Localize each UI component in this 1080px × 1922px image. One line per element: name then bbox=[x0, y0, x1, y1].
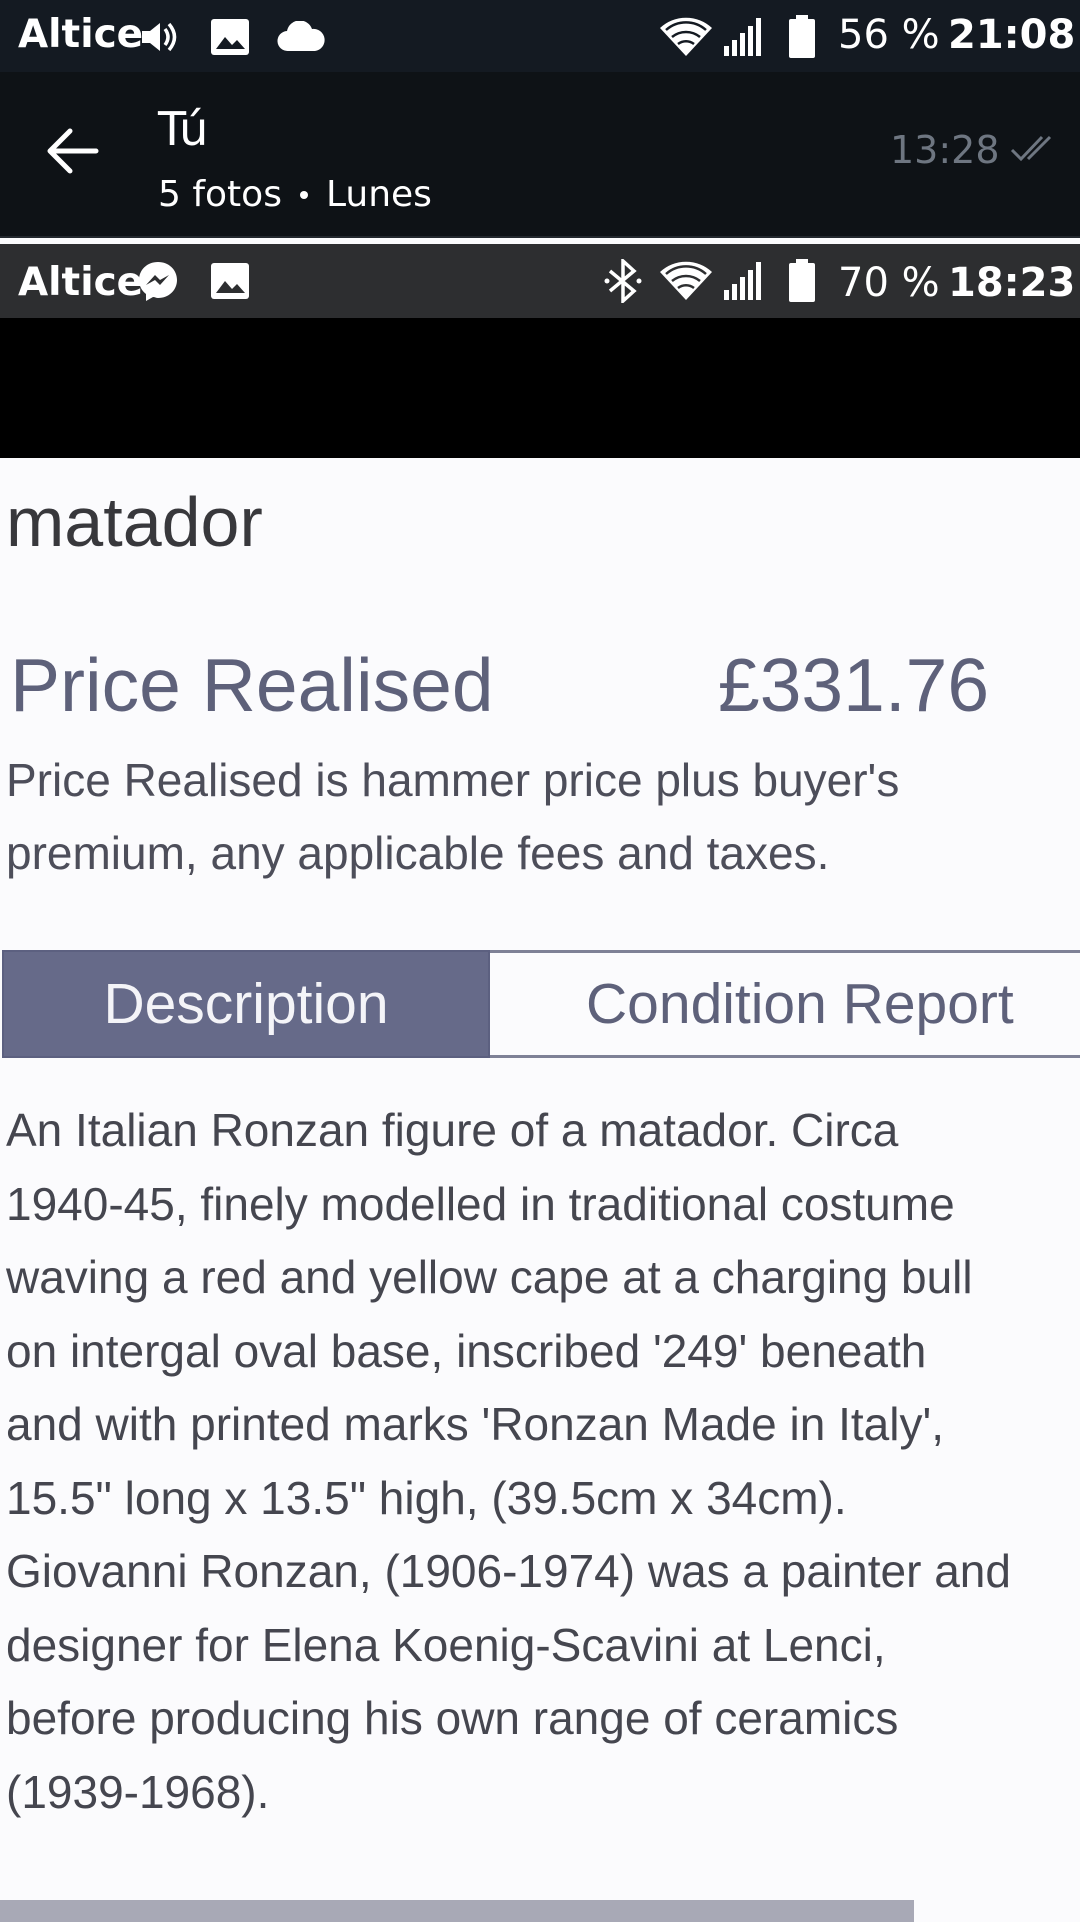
day-label: Lunes bbox=[325, 174, 432, 215]
description-line: and with printed marks 'Ronzan Made in I… bbox=[6, 1398, 945, 1450]
clock: 18:23 bbox=[948, 260, 1076, 306]
wifi-icon bbox=[658, 258, 714, 304]
price-realised-value: £331.76 bbox=[718, 643, 990, 727]
bluetooth-icon bbox=[604, 258, 642, 304]
inner-status-bar: Altice 70 % 18:23 bbox=[0, 244, 1080, 318]
description-line: waving a red and yellow cape at a chargi… bbox=[6, 1251, 973, 1303]
battery-icon bbox=[788, 258, 816, 304]
lot-description: An Italian Ronzan figure of a matador. C… bbox=[6, 1094, 1080, 1829]
image-icon bbox=[210, 258, 250, 304]
signal-icon bbox=[722, 14, 766, 60]
lot-tabs: Description Condition Report bbox=[2, 950, 1080, 1058]
sender-title: Tú bbox=[158, 102, 209, 156]
carrier-label: Altice bbox=[18, 12, 144, 57]
description-line: 1940-45, finely modelled in traditional … bbox=[6, 1177, 955, 1230]
clock: 21:08 bbox=[948, 12, 1076, 58]
lot-heading: matador bbox=[6, 483, 263, 561]
description-line: designer for Elena Koenig-Scavini at Len… bbox=[6, 1618, 886, 1671]
battery-percent: 56 % bbox=[838, 12, 940, 58]
description-line: Giovanni Ronzan, (1906-1974) was a paint… bbox=[6, 1545, 1011, 1597]
black-band bbox=[0, 318, 1080, 458]
signal-icon bbox=[722, 258, 766, 304]
back-arrow-icon[interactable] bbox=[44, 127, 100, 179]
photo-count: 5 fotos bbox=[158, 174, 282, 215]
header-divider bbox=[0, 236, 1080, 238]
price-realised-note: Price Realised is hammer price plus buye… bbox=[6, 754, 900, 879]
tab-description[interactable]: Description bbox=[2, 950, 490, 1058]
tab-condition-report[interactable]: Condition Report bbox=[490, 950, 1080, 1058]
outer-status-bar: Altice 56 % 21:08 bbox=[0, 0, 1080, 72]
wifi-icon bbox=[658, 14, 714, 60]
lot-details: matador Price Realised £331.76 Price Rea… bbox=[0, 458, 1080, 1922]
description-line: (1939-1968). bbox=[6, 1765, 270, 1818]
message-timestamp: 13:28 bbox=[890, 128, 1058, 172]
cloud-icon bbox=[276, 14, 326, 60]
description-line: before producing his own range of cerami… bbox=[6, 1692, 899, 1744]
description-line: An Italian Ronzan figure of a matador. C… bbox=[6, 1104, 899, 1156]
separator-dot bbox=[299, 190, 308, 199]
gallery-subtitle: 5 fotos Lunes bbox=[158, 174, 432, 215]
description-line: 15.5" long x 13.5" high, (39.5cm x 34cm)… bbox=[6, 1471, 847, 1524]
messenger-icon bbox=[136, 258, 180, 304]
bottom-button-edge[interactable] bbox=[0, 1900, 914, 1922]
carrier-label: Altice bbox=[18, 260, 144, 305]
description-line: on intergal oval base, inscribed '249' b… bbox=[6, 1324, 927, 1377]
gallery-header: Tú 5 fotos Lunes 13:28 bbox=[0, 72, 1080, 238]
battery-icon bbox=[788, 14, 816, 60]
timestamp-text: 13:28 bbox=[890, 128, 1000, 172]
image-icon bbox=[210, 14, 250, 60]
double-check-icon bbox=[1010, 128, 1058, 172]
battery-percent: 70 % bbox=[838, 260, 940, 306]
price-realised-label: Price Realised bbox=[10, 643, 494, 727]
volume-icon bbox=[138, 14, 180, 60]
